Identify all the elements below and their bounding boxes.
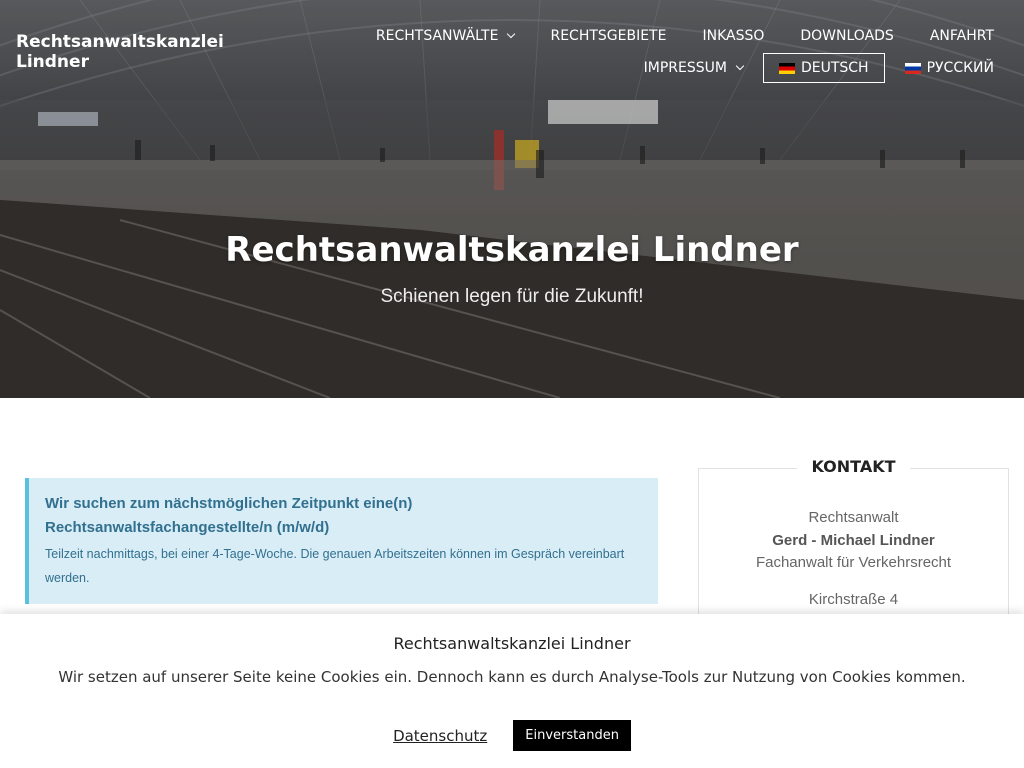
language-label: Deutsch bbox=[800, 60, 869, 76]
nav-item-label: Downloads bbox=[800, 28, 894, 44]
language-switch-deutsch[interactable]: Deutsch bbox=[762, 53, 885, 83]
contact-street: Kirchstraße 4 bbox=[808, 590, 899, 608]
language-label: Русский bbox=[926, 60, 994, 76]
nav-item-impressum[interactable]: Impressum bbox=[643, 60, 745, 76]
nav-item-label: Anfahrt bbox=[929, 28, 994, 44]
chevron-down-icon bbox=[735, 61, 745, 71]
accept-cookies-button[interactable]: Einverstanden bbox=[513, 720, 631, 751]
flag-germany-icon bbox=[778, 62, 795, 74]
cookie-consent-bar: Rechtsanwaltskanzlei Lindner Wir setzen … bbox=[0, 614, 1024, 768]
contact-role: Rechtsanwalt bbox=[808, 509, 899, 526]
nav-item-rechtsgebiete[interactable]: Rechtsgebiete bbox=[550, 28, 666, 44]
job-notice-box: Wir suchen zum nächstmöglichen Zeitpunkt… bbox=[25, 478, 658, 604]
language-switch-russian[interactable]: Русский bbox=[904, 60, 994, 76]
cookie-actions: Datenschutz Einverstanden bbox=[0, 720, 1024, 751]
cookie-bar-text: Wir setzen auf unserer Seite keine Cooki… bbox=[58, 668, 966, 686]
nav-item-label: Inkasso bbox=[702, 28, 765, 44]
site-title-link[interactable]: Rechtsanwaltskanzlei Lindner bbox=[16, 32, 256, 72]
nav-item-inkasso[interactable]: Inkasso bbox=[702, 28, 764, 44]
contact-name: Gerd - Michael Lindner bbox=[772, 531, 935, 549]
hero-title: Rechtsanwaltskanzlei Lindner bbox=[225, 230, 799, 270]
flag-russia-icon bbox=[904, 62, 921, 74]
cookie-bar-title: Rechtsanwaltskanzlei Lindner bbox=[393, 634, 631, 653]
contact-widget-title: KONTAKT bbox=[797, 457, 910, 476]
hero-subtitle: Schienen legen für die Zukunft! bbox=[380, 286, 644, 307]
nav-item-label: Rechtsgebiete bbox=[550, 28, 667, 44]
hero-banner: Rechtsanwaltskanzlei Lindner Rechtsanwäl… bbox=[0, 0, 1024, 398]
contact-details: Rechtsanwalt Gerd - Michael Lindner Fach… bbox=[699, 507, 1008, 611]
nav-item-rechtsanwaelte[interactable]: Rechtsanwälte bbox=[375, 28, 516, 44]
contact-specialty: Fachanwalt für Verkehrsrecht bbox=[755, 554, 952, 571]
chevron-down-icon bbox=[507, 29, 516, 39]
nav-item-label: Rechtsanwälte bbox=[375, 28, 499, 44]
nav-item-downloads[interactable]: Downloads bbox=[800, 28, 893, 44]
job-notice-text: Teilzeit nachmittags, bei einer 4-Tage-W… bbox=[45, 547, 625, 585]
nav-item-label: Impressum bbox=[643, 60, 727, 76]
job-notice-title: Wir suchen zum nächstmöglichen Zeitpunkt… bbox=[45, 495, 413, 536]
privacy-policy-link[interactable]: Datenschutz bbox=[393, 727, 487, 745]
nav-item-anfahrt[interactable]: Anfahrt bbox=[930, 28, 994, 44]
main-navigation: Rechtsanwälte Rechtsgebiete Inkasso Down… bbox=[340, 24, 994, 84]
